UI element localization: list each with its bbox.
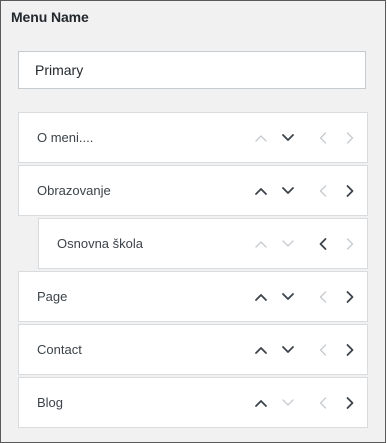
chevron-up-icon xyxy=(254,399,267,407)
move-up-button[interactable] xyxy=(247,230,274,257)
chevron-left-icon xyxy=(319,184,326,197)
move-down-button[interactable] xyxy=(274,336,301,363)
menu-item-controls xyxy=(247,219,363,268)
chevron-left-icon xyxy=(319,131,326,144)
chevron-up-icon xyxy=(254,293,267,301)
move-in-button[interactable] xyxy=(336,336,363,363)
menu-name-input[interactable] xyxy=(18,51,366,89)
menu-item-label: Obrazovanje xyxy=(37,183,111,198)
menu-item[interactable]: Page xyxy=(18,271,368,322)
menu-item[interactable]: O meni.... xyxy=(18,112,368,163)
chevron-down-icon xyxy=(281,239,294,247)
chevron-down-icon xyxy=(281,398,294,406)
menu-item-label: Osnovna škola xyxy=(57,236,143,251)
move-out-button[interactable] xyxy=(309,124,336,151)
move-in-button[interactable] xyxy=(336,389,363,416)
move-up-button[interactable] xyxy=(247,177,274,204)
move-in-button[interactable] xyxy=(336,124,363,151)
chevron-down-icon xyxy=(281,345,294,353)
chevron-right-icon xyxy=(346,184,353,197)
chevron-left-icon xyxy=(319,237,326,250)
move-down-button[interactable] xyxy=(274,283,301,310)
menu-item-controls xyxy=(247,378,363,427)
move-out-button[interactable] xyxy=(309,177,336,204)
menu-item-child[interactable]: Osnovna škola xyxy=(38,218,368,269)
move-in-button[interactable] xyxy=(336,177,363,204)
menu-item-label: Blog xyxy=(37,395,64,410)
chevron-right-icon xyxy=(346,396,353,409)
menu-item-label: O meni.... xyxy=(37,130,94,145)
chevron-right-icon xyxy=(346,290,353,303)
move-up-button[interactable] xyxy=(247,283,274,310)
move-down-button[interactable] xyxy=(274,177,301,204)
move-down-button[interactable] xyxy=(274,230,301,257)
menu-item-controls xyxy=(247,166,363,215)
menu-items-list: O meni.... Obrazovanje Osnovna škola Pag… xyxy=(18,112,368,430)
chevron-up-icon xyxy=(254,240,267,248)
move-up-button[interactable] xyxy=(247,389,274,416)
chevron-up-icon xyxy=(254,134,267,142)
menu-name-label: Menu Name xyxy=(11,9,89,25)
menu-item[interactable]: Blog xyxy=(18,377,368,428)
chevron-left-icon xyxy=(319,290,326,303)
menu-item-controls xyxy=(247,113,363,162)
move-down-button[interactable] xyxy=(274,389,301,416)
chevron-left-icon xyxy=(319,343,326,356)
chevron-down-icon xyxy=(281,186,294,194)
menu-item[interactable]: Obrazovanje xyxy=(18,165,368,216)
chevron-down-icon xyxy=(281,133,294,141)
menu-settings-panel: Menu Name O meni.... Obrazovanje Osnovna… xyxy=(0,0,386,443)
chevron-down-icon xyxy=(281,292,294,300)
chevron-up-icon xyxy=(254,187,267,195)
menu-item-controls xyxy=(247,272,363,321)
menu-item-controls xyxy=(247,325,363,374)
menu-item-label: Page xyxy=(37,289,68,304)
chevron-left-icon xyxy=(319,396,326,409)
chevron-right-icon xyxy=(346,237,353,250)
move-out-button[interactable] xyxy=(309,230,336,257)
menu-item[interactable]: Contact xyxy=(18,324,368,375)
chevron-right-icon xyxy=(346,131,353,144)
menu-item-label: Contact xyxy=(37,342,82,357)
move-down-button[interactable] xyxy=(274,124,301,151)
move-up-button[interactable] xyxy=(247,124,274,151)
chevron-right-icon xyxy=(346,343,353,356)
move-in-button[interactable] xyxy=(336,230,363,257)
move-out-button[interactable] xyxy=(309,283,336,310)
move-in-button[interactable] xyxy=(336,283,363,310)
move-up-button[interactable] xyxy=(247,336,274,363)
chevron-up-icon xyxy=(254,346,267,354)
move-out-button[interactable] xyxy=(309,336,336,363)
move-out-button[interactable] xyxy=(309,389,336,416)
